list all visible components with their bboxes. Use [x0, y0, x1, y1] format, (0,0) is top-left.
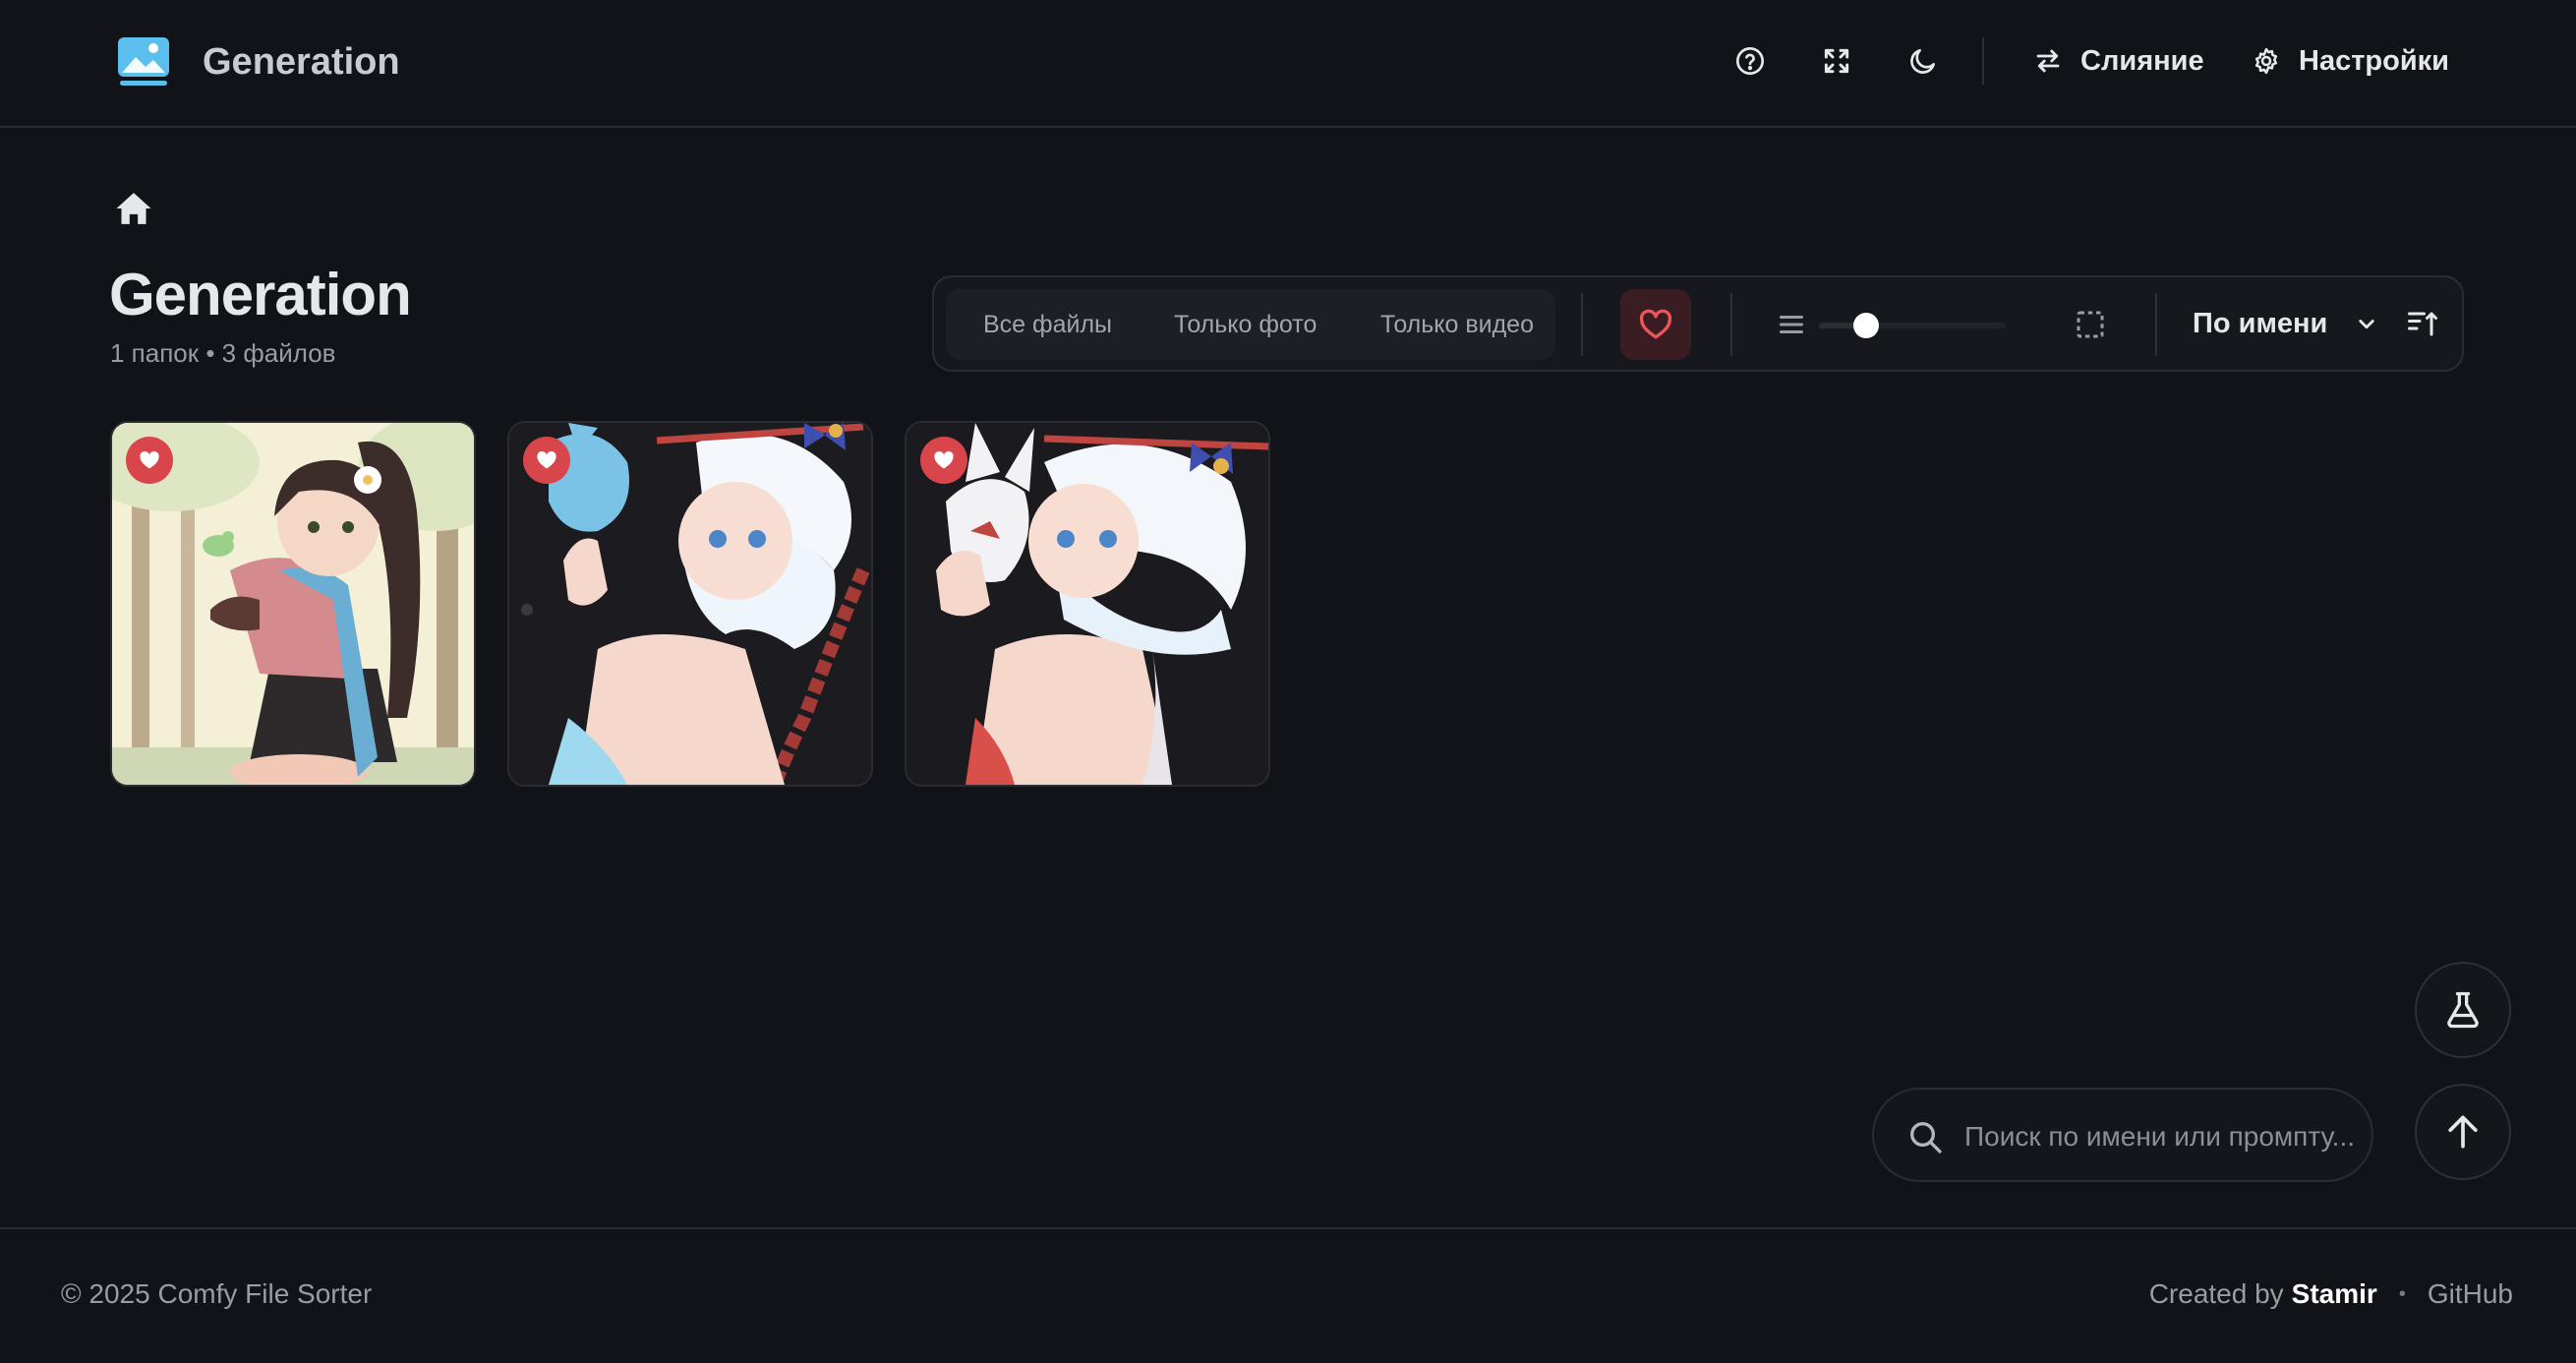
arrow-up-icon: [2448, 1115, 2478, 1149]
app-title[interactable]: Generation: [203, 37, 400, 87]
merge-label: Слияние: [2080, 44, 2204, 77]
gallery-card[interactable]: [905, 421, 1270, 787]
favorite-badge[interactable]: [920, 437, 967, 484]
thumbnail-image: [509, 423, 871, 785]
slider-thumb[interactable]: [1852, 313, 1879, 338]
search-icon: [1910, 1122, 1942, 1154]
author-link[interactable]: Stamir: [2292, 1278, 2377, 1310]
moon-icon: [1910, 49, 1935, 74]
flask-icon: [2447, 991, 2479, 1029]
experimental-button[interactable]: [2415, 962, 2511, 1058]
filter-videos-only[interactable]: Только видео: [1380, 289, 1534, 360]
thumbnail-image: [907, 423, 1268, 785]
favorites-filter-button[interactable]: [1620, 289, 1691, 360]
sort-direction-icon[interactable]: [2405, 305, 2440, 340]
search-bar: [1872, 1088, 2373, 1182]
heart-icon: [537, 450, 556, 469]
gallery-card[interactable]: [110, 421, 476, 787]
search-input[interactable]: [1962, 1109, 2360, 1164]
favorite-badge[interactable]: [523, 437, 570, 484]
theme-toggle-button[interactable]: [1902, 39, 1945, 83]
copyright-text: © 2025 Comfy File Sorter: [61, 1278, 373, 1309]
toolbar-divider: [1730, 293, 1732, 356]
help-icon: [1736, 47, 1764, 75]
filter-toolbar: Все файлы Только фото Только видео По им…: [932, 275, 2464, 372]
sort-select[interactable]: По имени: [2193, 277, 2327, 370]
favorite-badge[interactable]: [126, 437, 173, 484]
header-divider: [1982, 37, 1984, 85]
app-logo-icon[interactable]: [116, 33, 171, 89]
heart-outline-icon: [1639, 309, 1672, 339]
swap-arrows-icon: [2036, 49, 2060, 73]
settings-label: Настройки: [2299, 44, 2450, 77]
heart-icon: [140, 450, 159, 469]
settings-button[interactable]: Настройки: [2252, 37, 2449, 85]
gear-icon: [2254, 47, 2278, 75]
thumbnail-size-slider[interactable]: [1819, 313, 2006, 338]
filter-photos-only[interactable]: Только фото: [1174, 289, 1317, 360]
home-breadcrumb-icon[interactable]: [114, 189, 153, 228]
created-by-label: Created by: [2148, 1278, 2284, 1309]
gallery-card[interactable]: [507, 421, 873, 787]
filter-all-files[interactable]: Все файлы: [983, 289, 1112, 360]
heart-icon: [934, 450, 954, 469]
chevron-down-icon[interactable]: [2352, 309, 2381, 338]
grid-view-icon[interactable]: [2073, 307, 2108, 342]
toolbar-divider: [1581, 293, 1583, 356]
scroll-to-top-button[interactable]: [2415, 1084, 2511, 1180]
footer: © 2025 Comfy File Sorter Created by Stam…: [0, 1227, 2576, 1363]
folder-file-count: 1 папок • 3 файлов: [110, 338, 336, 368]
top-header: Generation Слияние Настройки: [0, 0, 2576, 128]
footer-credits: Created by Stamir • GitHub: [2149, 1278, 2513, 1310]
fullscreen-button[interactable]: [1815, 39, 1858, 83]
media-filter-group: Все файлы Только фото Только видео: [946, 289, 1555, 360]
merge-button[interactable]: Слияние: [2033, 37, 2204, 85]
page-title: Generation: [109, 262, 412, 327]
github-link[interactable]: GitHub: [2428, 1278, 2513, 1310]
footer-separator: •: [2398, 1282, 2406, 1305]
toolbar-divider: [2155, 293, 2157, 356]
fullscreen-icon: [1824, 48, 1849, 74]
list-view-icon[interactable]: [1774, 307, 1809, 342]
help-button[interactable]: [1728, 39, 1772, 83]
thumbnail-image: [112, 423, 474, 785]
